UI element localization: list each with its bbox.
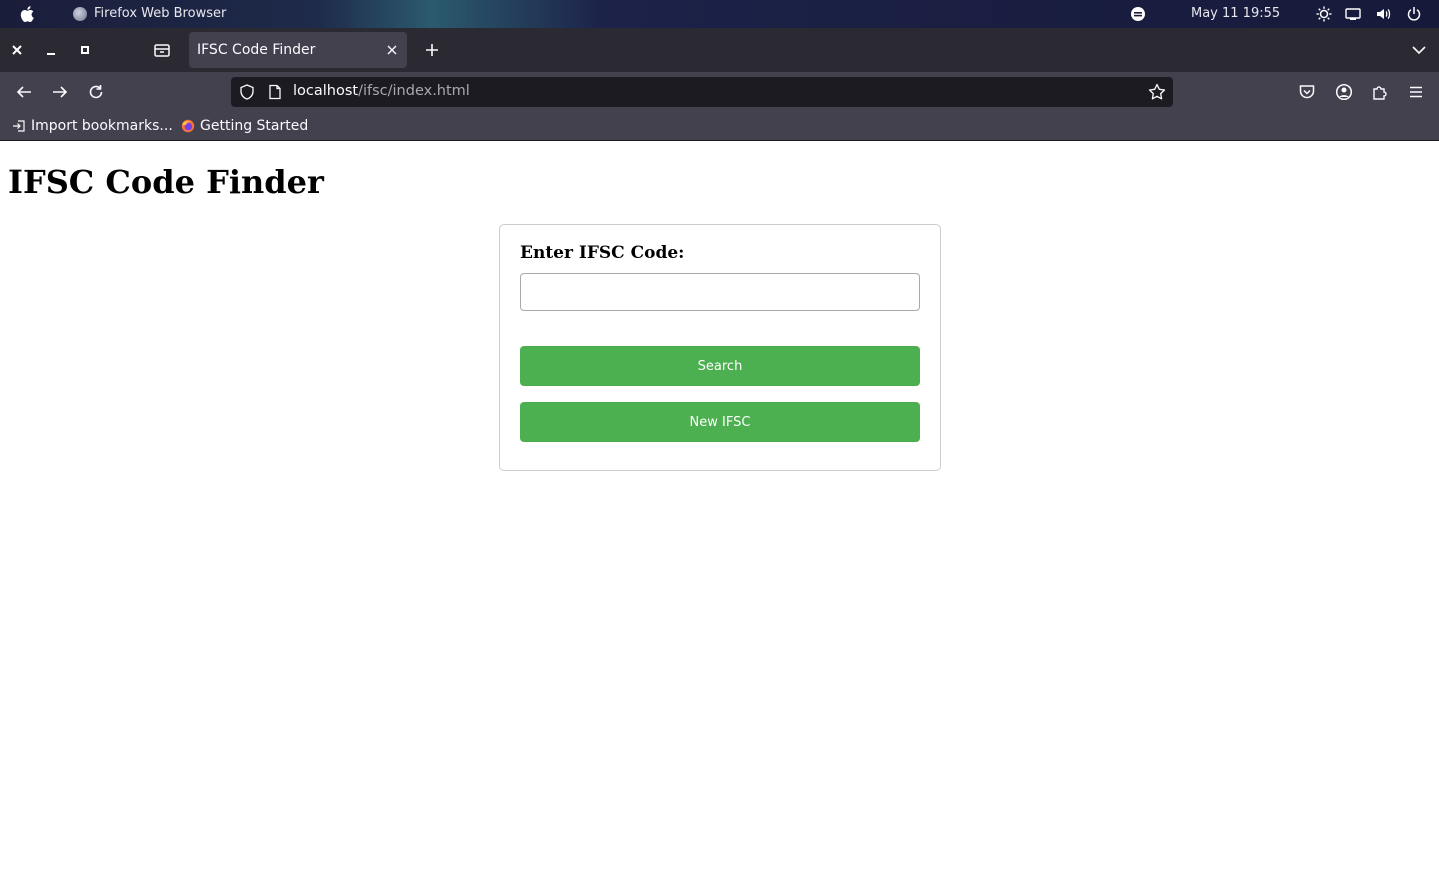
- reload-icon[interactable]: [87, 83, 105, 101]
- forward-arrow-icon[interactable]: [51, 83, 69, 101]
- tab-ifsc-code-finder[interactable]: IFSC Code Finder: [189, 32, 407, 68]
- active-app-name[interactable]: Firefox Web Browser: [94, 6, 226, 21]
- hamburger-menu-icon[interactable]: [1407, 83, 1425, 101]
- firefox-view-icon[interactable]: [153, 41, 171, 59]
- tab-strip: IFSC Code Finder: [0, 28, 1439, 72]
- url-text[interactable]: localhost/ifsc/index.html: [293, 83, 470, 99]
- new-ifsc-button[interactable]: New IFSC: [520, 402, 920, 442]
- pocket-icon[interactable]: [1298, 83, 1316, 101]
- tab-title: IFSC Code Finder: [197, 42, 316, 58]
- list-all-tabs-icon[interactable]: [1411, 42, 1427, 58]
- new-tab-icon[interactable]: [423, 41, 441, 59]
- page-title: IFSC Code Finder: [8, 163, 324, 201]
- bookmark-getting-started[interactable]: Getting Started: [181, 118, 308, 134]
- firefox-logo-icon: [181, 119, 195, 133]
- window-minimize-icon[interactable]: [42, 41, 60, 59]
- ifsc-code-input[interactable]: [520, 273, 920, 311]
- apple-menu-icon[interactable]: [18, 4, 38, 24]
- brightness-icon[interactable]: [1316, 6, 1332, 22]
- page-info-icon[interactable]: [267, 84, 283, 100]
- window-close-icon[interactable]: [8, 41, 26, 59]
- import-icon: [13, 120, 25, 132]
- ifsc-form-card: Enter IFSC Code: Search New IFSC: [499, 224, 941, 471]
- tab-close-icon[interactable]: [385, 43, 399, 57]
- network-icon[interactable]: [1345, 6, 1361, 22]
- back-arrow-icon[interactable]: [15, 83, 33, 101]
- url-host: localhost: [293, 83, 359, 99]
- bookmark-import[interactable]: Import bookmarks...: [12, 118, 173, 134]
- notification-indicator-icon[interactable]: [1130, 6, 1146, 22]
- bookmark-star-icon[interactable]: [1148, 83, 1166, 101]
- url-path: /ifsc/index.html: [358, 83, 470, 99]
- bookmarks-toolbar: Import bookmarks... Getting Started: [0, 112, 1439, 141]
- search-button[interactable]: Search: [520, 346, 920, 386]
- clock[interactable]: May 11 19:55: [1191, 6, 1280, 21]
- ifsc-code-label: Enter IFSC Code:: [520, 243, 685, 263]
- page-content: IFSC Code Finder Enter IFSC Code: Search…: [0, 142, 1439, 896]
- navigation-toolbar: localhost/ifsc/index.html: [0, 72, 1439, 112]
- os-top-bar: Firefox Web Browser May 11 19:55: [0, 0, 1439, 28]
- tracking-protection-shield-icon[interactable]: [239, 84, 255, 100]
- bookmark-label: Getting Started: [200, 118, 309, 134]
- bookmark-label: Import bookmarks...: [31, 118, 173, 134]
- firefox-app-icon: [73, 7, 87, 21]
- extensions-puzzle-icon[interactable]: [1371, 83, 1389, 101]
- account-icon[interactable]: [1335, 83, 1353, 101]
- power-icon[interactable]: [1406, 6, 1422, 22]
- address-bar[interactable]: localhost/ifsc/index.html: [231, 77, 1173, 107]
- window-maximize-icon[interactable]: [76, 41, 94, 59]
- volume-icon[interactable]: [1375, 6, 1391, 22]
